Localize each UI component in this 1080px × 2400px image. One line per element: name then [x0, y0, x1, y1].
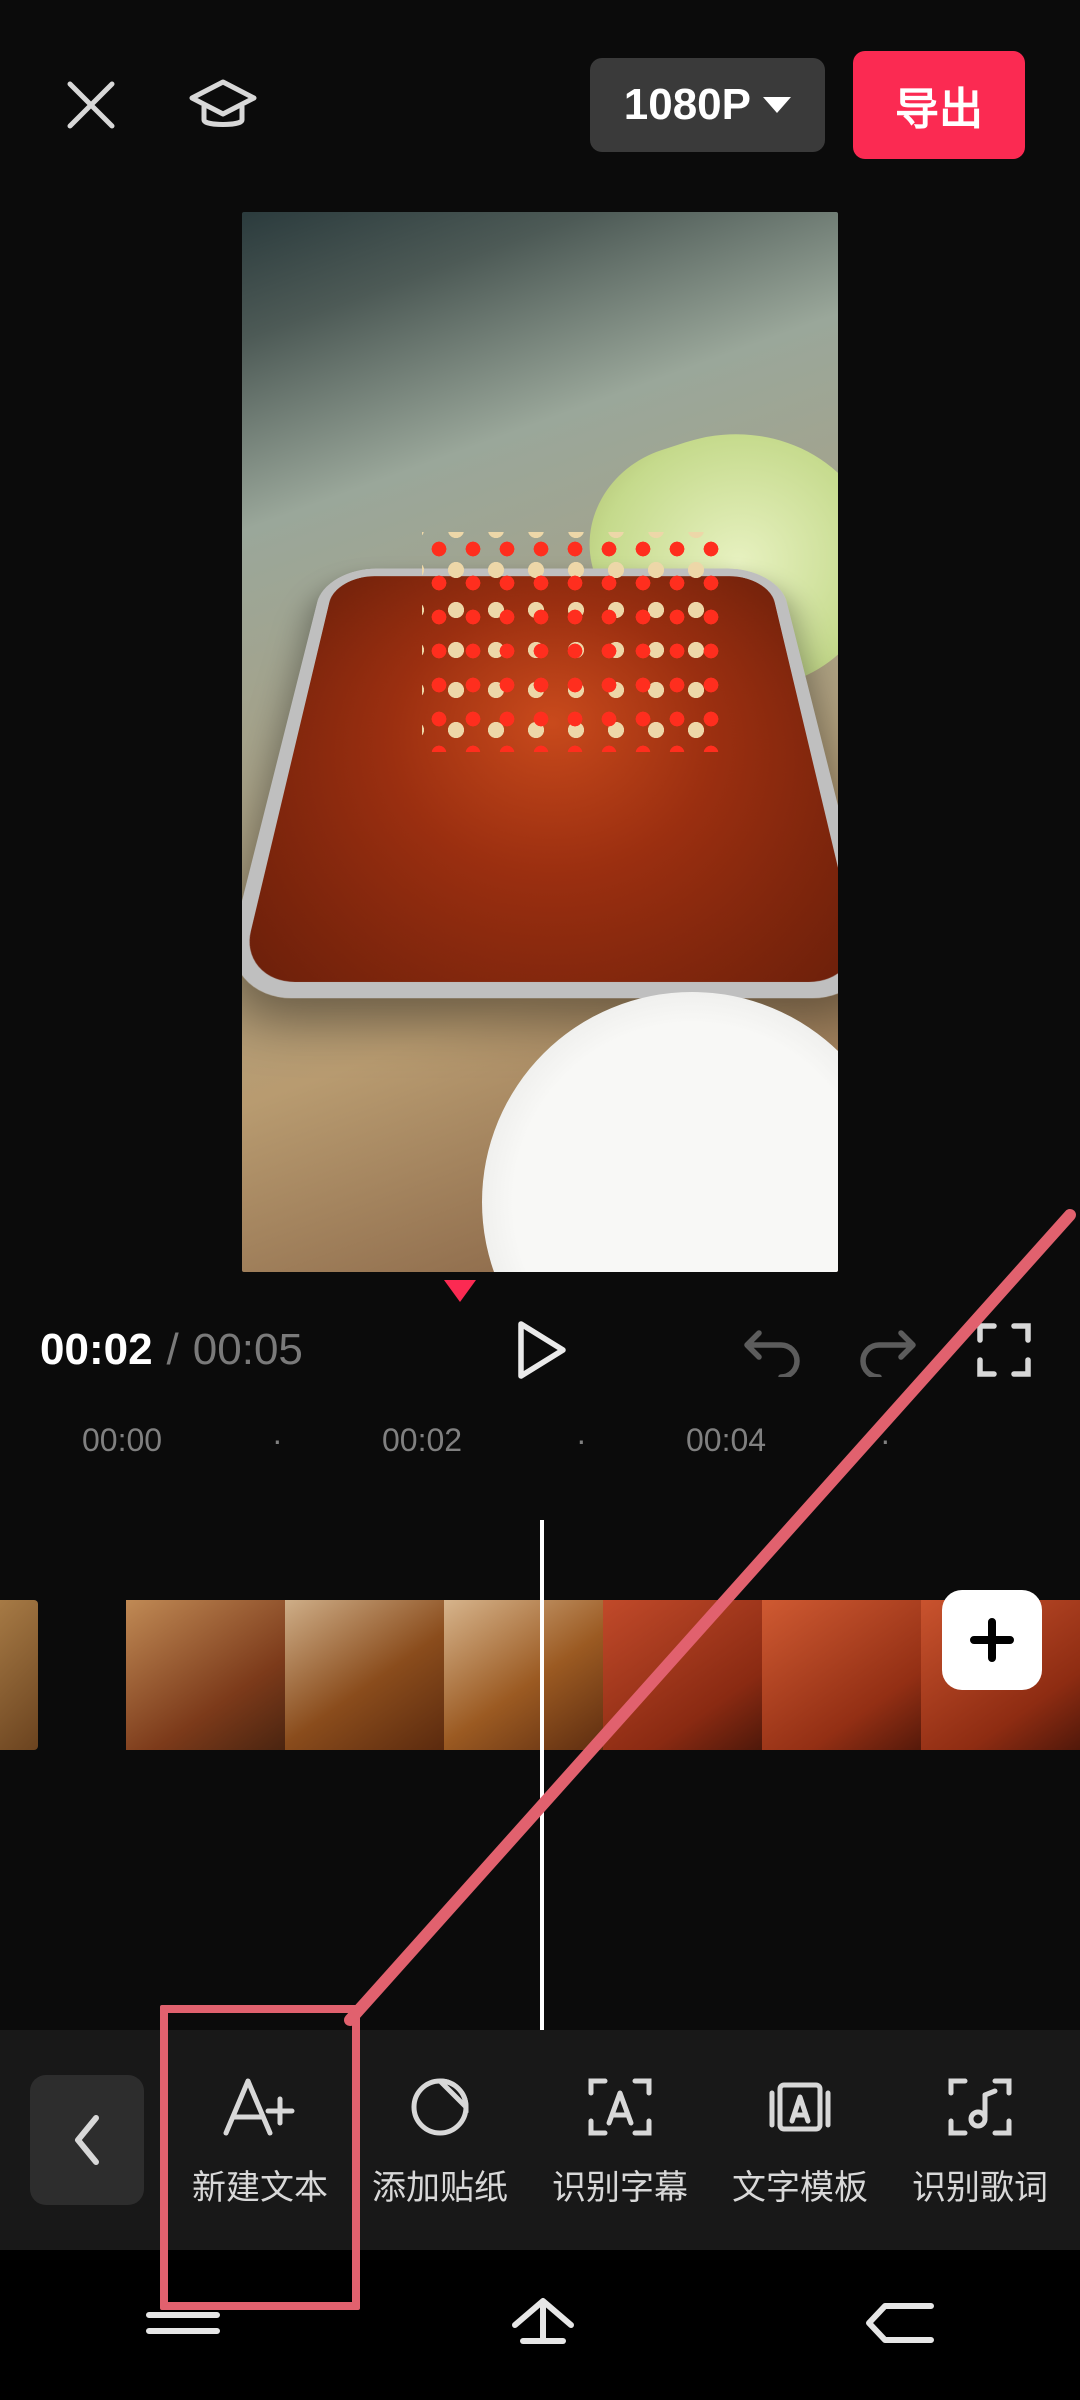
lyrics-icon — [945, 2075, 1015, 2139]
playback-bar: 00:02 / 00:05 — [0, 1300, 1080, 1400]
preview-food-decor — [482, 992, 838, 1272]
sticker-icon — [408, 2075, 472, 2139]
template-icon — [764, 2075, 836, 2139]
back-icon — [861, 2298, 939, 2348]
play-icon — [511, 1318, 569, 1382]
tool-recognize-captions[interactable]: 识别字幕 — [530, 2072, 710, 2209]
play-button[interactable] — [504, 1314, 576, 1386]
tool-recognize-lyrics[interactable]: 识别歌词 — [890, 2072, 1070, 2209]
total-duration: 00:05 — [193, 1325, 303, 1375]
preview-area — [0, 212, 1080, 1272]
tool-text-template[interactable]: 文字模板 — [710, 2072, 890, 2209]
export-label: 导出 — [895, 85, 983, 134]
add-clip-button[interactable] — [942, 1590, 1042, 1690]
clip-thumbnail[interactable] — [126, 1600, 285, 1750]
fullscreen-button[interactable] — [968, 1314, 1040, 1386]
ruler-tick: · — [272, 1422, 283, 1459]
system-nav-bar — [0, 2250, 1080, 2400]
toolbar-tools: 新建文本 添加贴纸 识别字幕 文字模板 — [144, 2072, 1080, 2209]
clip-thumbnail[interactable] — [762, 1600, 921, 1750]
resolution-label: 1080P — [624, 80, 751, 130]
clip-thumbnail[interactable] — [0, 1600, 38, 1750]
plus-icon — [968, 1616, 1016, 1664]
preview-playhead-marker — [444, 1280, 476, 1302]
top-bar-left — [55, 69, 259, 141]
text-add-icon — [220, 2075, 300, 2139]
tool-add-sticker[interactable]: 添加贴纸 — [350, 2072, 530, 2209]
resolution-select[interactable]: 1080P — [590, 58, 825, 152]
current-time: 00:02 — [40, 1325, 153, 1375]
top-bar-right: 1080P 导出 — [590, 51, 1025, 159]
ruler-tick: · — [880, 1422, 891, 1459]
close-icon — [62, 76, 120, 134]
export-button[interactable]: 导出 — [853, 51, 1025, 159]
undo-button[interactable] — [736, 1314, 808, 1386]
redo-button[interactable] — [852, 1314, 924, 1386]
home-icon — [507, 2293, 579, 2353]
fullscreen-icon — [976, 1322, 1032, 1378]
tool-label: 识别字幕 — [552, 2160, 688, 2209]
graduation-cap-icon — [188, 76, 258, 134]
redo-icon — [857, 1323, 919, 1377]
nav-home-button[interactable] — [507, 2293, 579, 2358]
nav-recents-button[interactable] — [141, 2303, 225, 2348]
tool-label: 新建文本 — [192, 2160, 328, 2209]
ruler-tick: 00:02 — [382, 1422, 462, 1459]
playback-right-controls — [736, 1314, 1040, 1386]
time-ruler[interactable]: 00:00 · 00:02 · 00:04 · — [0, 1410, 1080, 1470]
ruler-tick: · — [576, 1422, 587, 1459]
recents-icon — [141, 2303, 225, 2343]
ruler-tick: 00:00 — [82, 1422, 162, 1459]
tutorial-button[interactable] — [187, 69, 259, 141]
time-separator: / — [153, 1325, 193, 1375]
top-bar: 1080P 导出 — [0, 0, 1080, 210]
clip-thumbnail[interactable] — [444, 1600, 603, 1750]
nav-back-button[interactable] — [861, 2298, 939, 2353]
caption-icon — [585, 2075, 655, 2139]
preview-food-decor — [422, 532, 722, 752]
ruler-tick: 00:04 — [686, 1422, 766, 1459]
tool-label: 添加贴纸 — [372, 2160, 508, 2209]
text-toolbar: 新建文本 添加贴纸 识别字幕 文字模板 — [0, 2030, 1080, 2250]
chevron-left-icon — [70, 2112, 104, 2168]
clip-main[interactable] — [126, 1600, 1080, 1750]
undo-icon — [741, 1323, 803, 1377]
chevron-down-icon — [763, 97, 791, 113]
tool-label: 识别歌词 — [912, 2160, 1048, 2209]
clip-thumbnail[interactable] — [285, 1600, 444, 1750]
clip-thumbnail[interactable] — [603, 1600, 762, 1750]
close-button[interactable] — [55, 69, 127, 141]
video-preview[interactable] — [242, 212, 838, 1272]
tool-label: 文字模板 — [732, 2160, 868, 2209]
toolbar-back-button[interactable] — [30, 2075, 144, 2205]
tool-new-text[interactable]: 新建文本 — [170, 2072, 350, 2209]
